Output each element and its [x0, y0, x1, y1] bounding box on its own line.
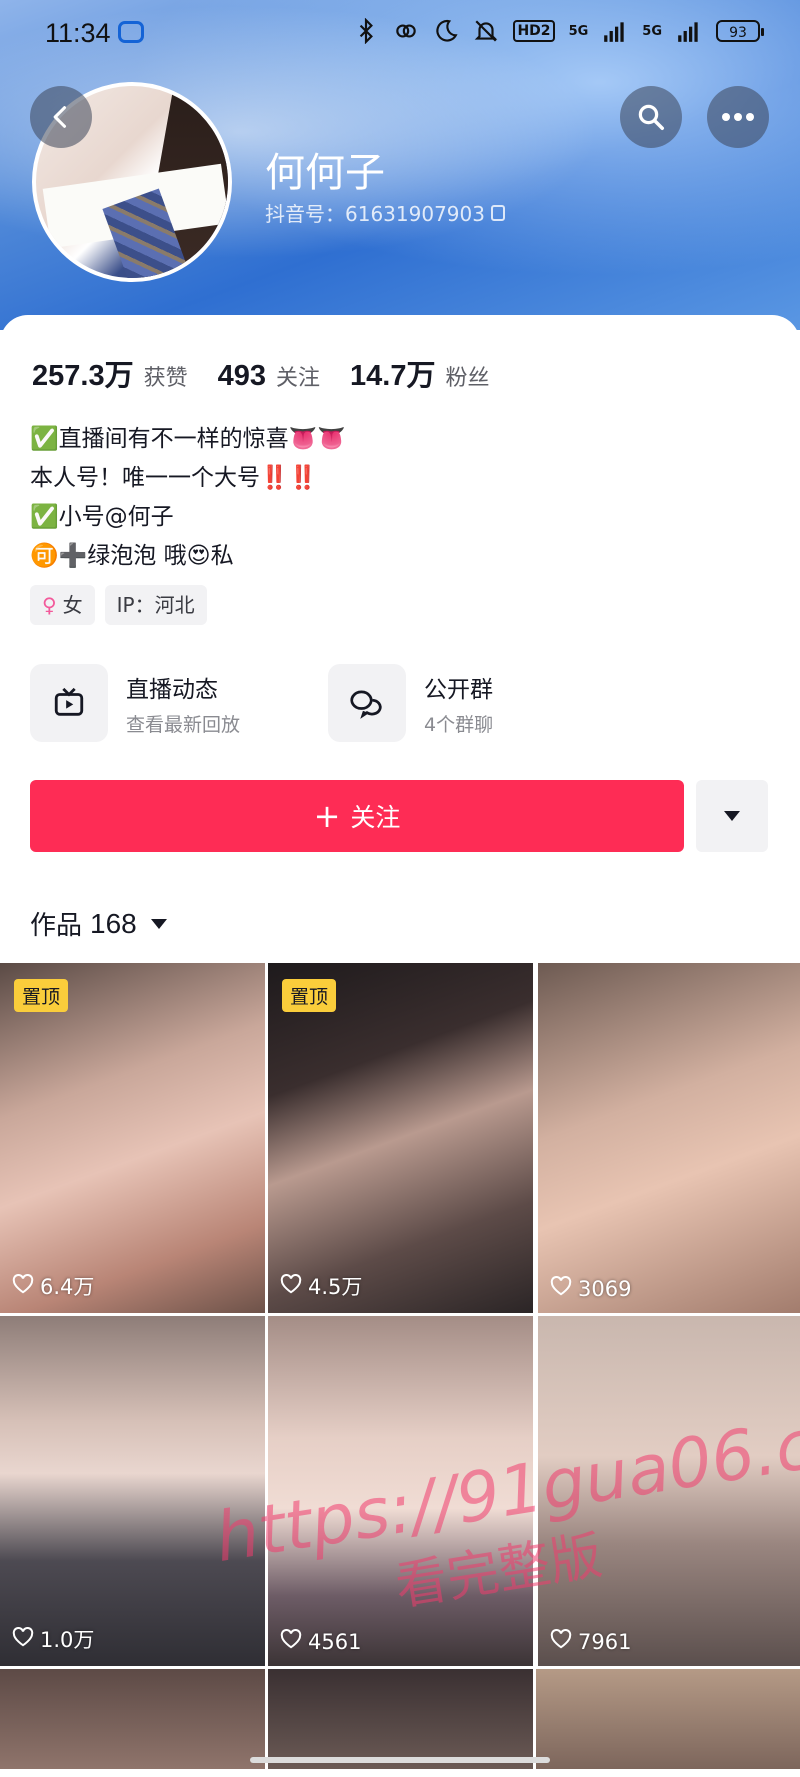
video-tile[interactable]	[536, 1669, 800, 1769]
stat-followers[interactable]: 14.7万 粉丝	[350, 352, 489, 394]
heart-icon	[12, 1273, 34, 1299]
heart-icon	[550, 1629, 572, 1654]
caret-down-icon	[724, 811, 740, 821]
follow-button[interactable]: + 关注	[30, 780, 684, 852]
signal-2-label: 5G	[642, 23, 662, 39]
ip-label: IP：河北	[116, 593, 195, 617]
video-like-count: 3069	[550, 1276, 631, 1301]
heart-icon	[550, 1276, 572, 1301]
bio-line: ✅小号@何子	[30, 504, 174, 530]
heart-icon	[12, 1626, 34, 1652]
status-bar: 11:34 HD2 5G 5G 93	[0, 0, 800, 70]
stat-followers-label: 粉丝	[445, 366, 490, 391]
like-count-text: 4561	[308, 1629, 362, 1654]
chat-bubbles-icon	[328, 664, 406, 742]
bio-line: 🉑➕绿泡泡 哦😍私	[30, 543, 234, 569]
like-count-text: 3069	[578, 1276, 632, 1301]
status-icons: HD2 5G 5G 93	[353, 18, 764, 44]
chevron-left-icon	[53, 106, 67, 128]
back-button[interactable]	[30, 86, 92, 148]
pinned-badge: 置顶	[14, 979, 69, 1012]
caret-down-icon	[150, 918, 167, 929]
video-tile[interactable]: 置顶 6.4万	[0, 963, 265, 1313]
gender-label: 女	[62, 593, 83, 617]
stat-likes-label: 获赞	[143, 366, 188, 391]
video-tile[interactable]	[0, 1669, 265, 1769]
pinned-badge: 置顶	[282, 979, 337, 1012]
gender-tag: ♀ 女	[30, 585, 95, 625]
follow-label: 关注	[350, 803, 401, 832]
video-tile[interactable]	[268, 1669, 533, 1769]
home-indicator	[250, 1757, 550, 1763]
bluetooth-icon	[360, 18, 374, 44]
like-count-text: 6.4万	[40, 1275, 95, 1299]
video-like-count: 4.5万	[280, 1271, 362, 1301]
profile-name: 何何子	[265, 150, 385, 196]
more-dots-icon	[722, 113, 754, 121]
video-tile[interactable]: 4561	[268, 1316, 533, 1666]
profile-stats: 257.3万 获赞 493 关注 14.7万 粉丝	[32, 352, 519, 394]
heart-icon	[280, 1629, 302, 1654]
copy-icon[interactable]	[490, 204, 505, 221]
profile-bio: ✅直播间有不一样的惊喜👅👅 本人号！唯一一个大号‼️‼️ ✅小号@何子 🉑➕绿泡…	[30, 420, 346, 576]
bio-line: ✅直播间有不一样的惊喜👅👅	[30, 426, 346, 452]
more-button[interactable]	[707, 86, 769, 148]
group-entry-subtitle: 4个群聊	[424, 713, 494, 736]
public-group-entry[interactable]: 公开群 4个群聊	[328, 664, 493, 742]
hd-voice-badge: HD2	[513, 20, 555, 42]
stat-following-label: 关注	[275, 366, 320, 391]
signal-1-label: 5G	[568, 23, 589, 39]
group-entry-title: 公开群	[424, 676, 493, 703]
stat-followers-value: 14.7万	[350, 360, 436, 392]
video-like-count: 6.4万	[12, 1271, 94, 1301]
moon-icon	[436, 19, 458, 42]
search-button[interactable]	[620, 86, 682, 148]
search-icon	[638, 104, 664, 130]
works-label: 作品	[30, 911, 83, 941]
status-time: 11:34	[45, 18, 111, 48]
link-icon	[118, 21, 144, 43]
signal-bars-icon	[604, 22, 624, 42]
video-like-count: 7961	[550, 1629, 631, 1654]
hotspot-link-icon	[396, 24, 417, 38]
heart-icon	[280, 1273, 302, 1299]
stat-likes[interactable]: 257.3万 获赞	[32, 352, 188, 394]
recommend-dropdown-button[interactable]	[696, 780, 768, 852]
live-entry-title: 直播动态	[126, 676, 218, 703]
bio-line: 本人号！唯一一个大号‼️‼️	[30, 465, 318, 491]
stat-following[interactable]: 493 关注	[218, 360, 320, 393]
tv-play-icon	[30, 664, 108, 742]
video-tile[interactable]: 3069	[538, 963, 800, 1313]
video-like-count: 4561	[280, 1629, 361, 1654]
like-count-text: 7961	[578, 1629, 632, 1654]
mute-bell-icon	[475, 20, 498, 42]
female-icon: ♀	[42, 593, 57, 617]
battery-indicator: 93	[716, 20, 764, 42]
live-replay-entry[interactable]: 直播动态 查看最新回放	[30, 664, 240, 742]
works-tab[interactable]: 作品 168	[30, 905, 167, 942]
signal-bars-icon	[678, 22, 698, 42]
video-tile[interactable]: 7961	[538, 1316, 800, 1666]
ip-tag: IP：河北	[104, 585, 207, 625]
works-count: 168	[90, 907, 137, 939]
like-count-text: 4.5万	[308, 1275, 363, 1299]
video-tile[interactable]: 1.0万	[0, 1316, 265, 1666]
like-count-text: 1.0万	[40, 1628, 95, 1652]
live-entry-subtitle: 查看最新回放	[126, 713, 241, 736]
douyin-id-row[interactable]: 抖音号：61631907903	[265, 198, 505, 227]
plus-icon: +	[313, 797, 341, 835]
stat-following-value: 493	[217, 360, 266, 392]
profile-tags: ♀ 女 IP：河北	[30, 585, 207, 625]
douyin-id-text: 抖音号：61631907903	[265, 202, 485, 226]
video-like-count: 1.0万	[12, 1624, 94, 1654]
stat-likes-value: 257.3万	[32, 360, 134, 392]
video-tile[interactable]: 置顶 4.5万	[268, 963, 533, 1313]
